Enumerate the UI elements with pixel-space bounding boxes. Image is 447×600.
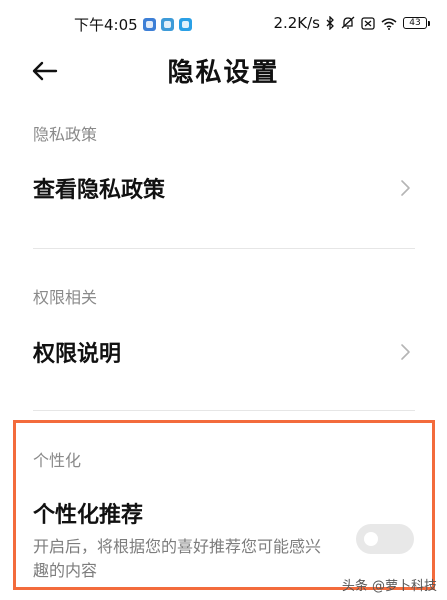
- section-label-privacy-policy: 隐私政策: [33, 125, 98, 144]
- section-label-personalization: 个性化: [33, 451, 82, 470]
- personalized-recommendation-description: 开启后，将根据您的喜好推荐您可能感兴趣的内容: [33, 537, 322, 580]
- network-speed: 2.2K/s: [273, 14, 320, 32]
- sim-icon: [361, 16, 375, 30]
- status-right: 2.2K/s 43: [273, 14, 430, 32]
- bluetooth-icon: [326, 16, 335, 30]
- divider: [33, 248, 415, 249]
- view-privacy-policy-row[interactable]: 查看隐私政策: [0, 156, 447, 220]
- chevron-right-icon: [401, 344, 410, 360]
- divider: [33, 410, 415, 411]
- section-label-permissions: 权限相关: [33, 288, 98, 307]
- telegram-notification-icon: [178, 18, 192, 31]
- header: 隐私设置: [0, 46, 447, 96]
- status-time: 下午4:05: [74, 16, 138, 34]
- status-left: 下午4:05: [74, 14, 192, 35]
- permission-description-row[interactable]: 权限说明: [0, 320, 447, 384]
- mute-icon: [341, 16, 355, 30]
- watermark-text: 头条 @萝卜科技: [341, 579, 437, 594]
- personalized-recommendation-title: 个性化推荐: [33, 503, 144, 528]
- app-notification-icon: [142, 18, 156, 31]
- chevron-right-icon: [401, 180, 410, 196]
- row-label: 权限说明: [33, 342, 122, 367]
- personalized-recommendation-toggle[interactable]: [356, 524, 414, 554]
- watermark: 头条 @萝卜科技: [342, 575, 437, 594]
- wifi-icon: [381, 17, 397, 30]
- page-title: 隐私设置: [167, 58, 280, 88]
- toggle-knob: [364, 532, 378, 546]
- battery-icon: 43: [403, 17, 430, 29]
- row-label: 查看隐私政策: [33, 178, 166, 203]
- status-bar: 下午4:05 2.2K/s 43: [0, 0, 447, 46]
- shield-notification-icon: [160, 18, 174, 31]
- battery-level: 43: [409, 17, 421, 28]
